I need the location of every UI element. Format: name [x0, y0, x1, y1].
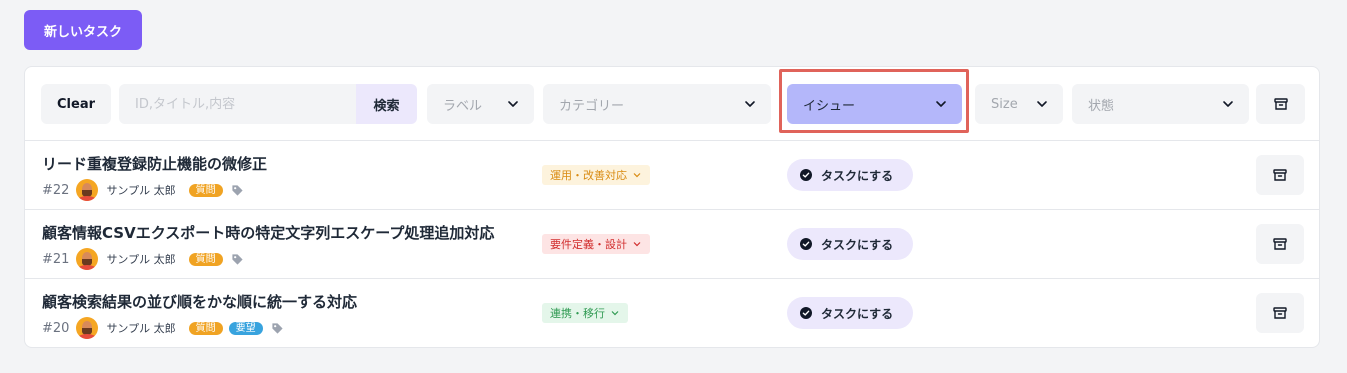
avatar	[76, 179, 99, 201]
task-title[interactable]: 顧客検索結果の並び順をかな順に統一する対応	[42, 291, 357, 312]
avatar	[76, 248, 99, 270]
convert-to-task-button[interactable]: タスクにする	[787, 228, 913, 260]
category-badge[interactable]: 運用・改善対応	[542, 165, 650, 185]
archive-filter-button[interactable]	[1256, 84, 1305, 124]
category-label: 連携・移行	[550, 307, 605, 320]
task-meta: #21 サンプル 太郎 質問	[42, 248, 244, 270]
task-row: 顧客検索結果の並び順をかな順に統一する対応 #20 サンプル 太郎 質問 要望 …	[25, 279, 1319, 348]
convert-to-task-button[interactable]: タスクにする	[787, 159, 913, 191]
category-label: 要件定義・設計	[550, 238, 627, 251]
archive-button[interactable]	[1256, 155, 1304, 195]
check-circle-icon	[800, 169, 812, 181]
assignee-name: サンプル 太郎	[106, 253, 176, 266]
assignee-name: サンプル 太郎	[106, 184, 176, 197]
task-meta: #22 サンプル 太郎 質問	[42, 179, 244, 201]
archive-button[interactable]	[1256, 293, 1304, 333]
chevron-down-icon	[1221, 97, 1235, 111]
tag-badge: 質問	[188, 252, 223, 266]
category-badge[interactable]: 連携・移行	[542, 303, 628, 323]
clear-button[interactable]: Clear	[41, 84, 111, 124]
archive-icon	[1273, 169, 1287, 181]
category-select-text: カテゴリー	[559, 98, 625, 114]
category-badge[interactable]: 要件定義・設計	[542, 234, 650, 254]
task-id: #20	[42, 320, 70, 336]
archive-icon	[1273, 238, 1287, 250]
chevron-down-icon	[611, 311, 619, 316]
tag-icon[interactable]	[231, 253, 244, 266]
status-select[interactable]: 状態	[1072, 84, 1249, 124]
chevron-down-icon	[934, 97, 948, 111]
task-id: #21	[42, 251, 70, 267]
filter-toolbar: Clear 検索 ラベル カテゴリー イシュー Size 状態	[25, 67, 1319, 141]
task-meta: #20 サンプル 太郎 質問 要望	[42, 317, 284, 339]
archive-icon	[1273, 98, 1288, 110]
label-select-text: ラベル	[443, 98, 483, 114]
tag-badge: 質問	[188, 321, 223, 335]
chevron-down-icon	[633, 242, 641, 247]
task-title[interactable]: リード重複登録防止機能の微修正	[42, 153, 267, 174]
search-button[interactable]: 検索	[356, 84, 417, 124]
tag-badge: 質問	[188, 183, 223, 197]
check-circle-icon	[800, 238, 812, 250]
issue-select[interactable]: イシュー	[787, 84, 962, 124]
new-task-button[interactable]: 新しいタスク	[24, 10, 142, 50]
task-row: リード重複登録防止機能の微修正 #22 サンプル 太郎 質問 運用・改善対応 タ…	[25, 141, 1319, 210]
chevron-down-icon	[743, 97, 757, 111]
task-list-panel: Clear 検索 ラベル カテゴリー イシュー Size 状態	[24, 66, 1320, 348]
convert-to-task-label: タスクにする	[821, 237, 894, 252]
size-select-text: Size	[991, 96, 1018, 112]
convert-to-task-label: タスクにする	[821, 168, 894, 183]
tag-icon[interactable]	[271, 322, 284, 335]
task-row: 顧客情報CSVエクスポート時の特定文字列エスケープ処理追加対応 #21 サンプル…	[25, 210, 1319, 279]
size-select[interactable]: Size	[975, 84, 1063, 124]
search-group: 検索	[119, 84, 417, 124]
archive-button[interactable]	[1256, 224, 1304, 264]
check-circle-icon	[800, 307, 812, 319]
task-title[interactable]: 顧客情報CSVエクスポート時の特定文字列エスケープ処理追加対応	[42, 222, 494, 243]
chevron-down-icon	[506, 97, 520, 111]
assignee-name: サンプル 太郎	[106, 322, 176, 335]
tag-icon[interactable]	[231, 184, 244, 197]
category-label: 運用・改善対応	[550, 169, 627, 182]
tag-badge: 要望	[228, 321, 263, 335]
status-select-text: 状態	[1088, 98, 1115, 114]
archive-icon	[1273, 307, 1287, 319]
category-select[interactable]: カテゴリー	[543, 84, 771, 124]
avatar	[76, 317, 99, 339]
convert-to-task-button[interactable]: タスクにする	[787, 297, 913, 329]
search-input[interactable]	[119, 84, 356, 124]
issue-select-text: イシュー	[803, 98, 856, 114]
label-select[interactable]: ラベル	[427, 84, 534, 124]
chevron-down-icon	[1035, 97, 1049, 111]
chevron-down-icon	[633, 173, 641, 178]
convert-to-task-label: タスクにする	[821, 306, 894, 321]
task-id: #22	[42, 182, 70, 198]
